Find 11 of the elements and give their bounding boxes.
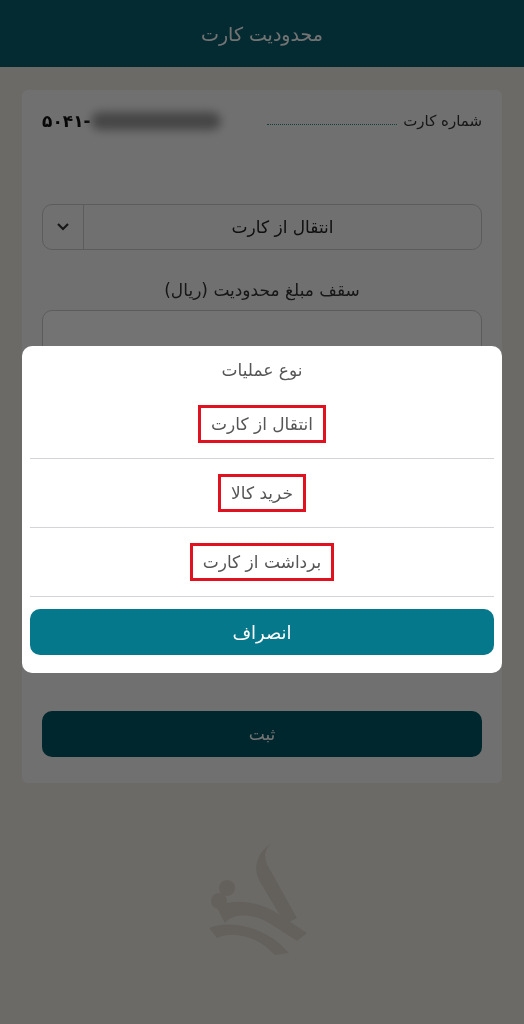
operation-option[interactable]: برداشت از کارت — [189, 543, 335, 581]
dialog-title: نوع عملیات — [220, 359, 304, 383]
operation-select[interactable]: انتقال از کارت — [42, 204, 482, 250]
limit-label: سقف مبلغ محدودیت (ریال) — [163, 280, 361, 300]
card-number: ۵۰۴۱- — [42, 111, 91, 131]
chevron-down-icon — [56, 222, 70, 232]
cancel-button[interactable]: انصراف — [30, 609, 494, 655]
app-bar-title: محدودیت کارت — [201, 22, 323, 45]
card-number-label: شماره کارت — [403, 112, 482, 130]
operation-option[interactable]: خرید کالا — [218, 474, 306, 512]
operation-option[interactable]: انتقال از کارت — [198, 405, 326, 443]
